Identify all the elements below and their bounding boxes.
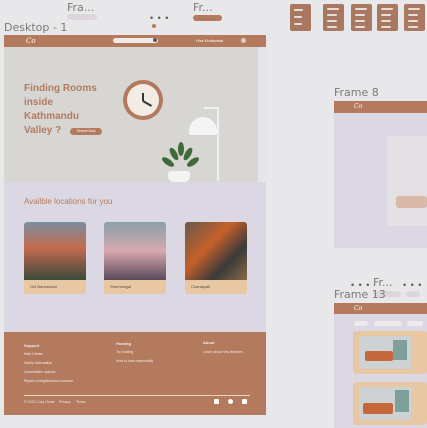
frame-label-fr[interactable]: Fr...	[193, 1, 213, 14]
frame-label-frame13[interactable]: Frame 13	[334, 288, 386, 301]
footer-link[interactable]: Safety information	[24, 361, 52, 365]
location-card[interactable]: Old Baneshwor	[24, 222, 86, 294]
footer-divider	[24, 395, 250, 396]
footer-about-title: About	[203, 340, 215, 345]
room-card[interactable]	[353, 331, 427, 374]
frame-thumbnail[interactable]	[290, 4, 311, 31]
location-image	[185, 222, 247, 280]
instagram-icon[interactable]	[228, 399, 233, 404]
frame-thumbnail[interactable]	[323, 4, 344, 31]
footer-link[interactable]: Cancellation options	[24, 370, 56, 374]
frame8[interactable]: Co	[334, 101, 427, 248]
navbar: Co Hira Khatiwada	[4, 35, 266, 47]
room-card[interactable]	[353, 382, 427, 425]
search-input[interactable]	[113, 38, 158, 43]
mini-dot	[152, 24, 156, 28]
footer-link[interactable]: Try hosting	[116, 350, 133, 354]
facebook-icon[interactable]	[214, 399, 219, 404]
hero-scrollbar[interactable]	[258, 47, 266, 182]
filter-chip[interactable]	[374, 321, 402, 326]
search-icon[interactable]	[153, 38, 157, 42]
footer-terms-link[interactable]: Terms	[76, 400, 86, 404]
filter-chip[interactable]	[354, 321, 368, 326]
hero-section: Finding Rooms inside Kathmandu Valley ? …	[4, 47, 258, 182]
section-title: Availble locations for you	[24, 197, 113, 206]
footer: Support Help Center Safety information C…	[4, 332, 266, 415]
frame-label-fra[interactable]: Fra...	[67, 1, 94, 14]
more-dots-icon[interactable]: • • •	[150, 13, 169, 23]
frame-thumbnail[interactable]	[404, 4, 425, 31]
room-image	[359, 387, 411, 420]
twitter-icon[interactable]	[242, 399, 247, 404]
frame-label-frame8[interactable]: Frame 8	[334, 86, 379, 99]
clock-image	[123, 80, 163, 120]
room-image	[359, 336, 411, 369]
location-image	[24, 222, 86, 280]
location-label: Sherminigal	[110, 284, 132, 289]
room-preview-image	[387, 136, 427, 226]
footer-link[interactable]: Learn about new features	[203, 350, 243, 354]
avatar[interactable]	[241, 38, 246, 43]
search-now-button[interactable]: Search Now	[70, 128, 102, 135]
mini-brown-pill	[193, 15, 222, 21]
desktop-frame[interactable]: Co Hira Khatiwada Finding Rooms inside K…	[4, 35, 266, 415]
footer-link[interactable]: Report a neighborhood concern	[24, 379, 73, 383]
mini-pill	[406, 291, 420, 297]
footer-hosting-title: Hosting	[116, 341, 131, 346]
logo[interactable]: Co	[26, 37, 36, 45]
frame13[interactable]: Co	[334, 303, 427, 428]
footer-support-title: Support	[24, 343, 40, 348]
location-card[interactable]: Chaniapati	[185, 222, 247, 294]
frame-thumbnail[interactable]	[377, 4, 398, 31]
mini-pill	[67, 14, 97, 20]
footer-privacy-link[interactable]: Privacy	[59, 400, 70, 404]
frame-label-desktop[interactable]: Desktop - 1	[4, 21, 67, 34]
nav-user-name[interactable]: Hira Khatiwada	[196, 38, 223, 43]
filter-chip[interactable]	[407, 321, 423, 326]
more-dots-icon[interactable]: • • •	[403, 280, 422, 290]
location-card[interactable]: Sherminigal	[104, 222, 166, 294]
footer-copyright: © 2021 Cozy Home	[24, 400, 55, 404]
location-label: Chaniapati	[191, 284, 211, 289]
frame-thumbnail[interactable]	[351, 4, 372, 31]
location-image	[104, 222, 166, 280]
location-label: Old Baneshwor	[30, 284, 58, 289]
footer-link[interactable]: How to host responsibly	[116, 359, 153, 363]
footer-link[interactable]: Help Center	[24, 352, 43, 356]
